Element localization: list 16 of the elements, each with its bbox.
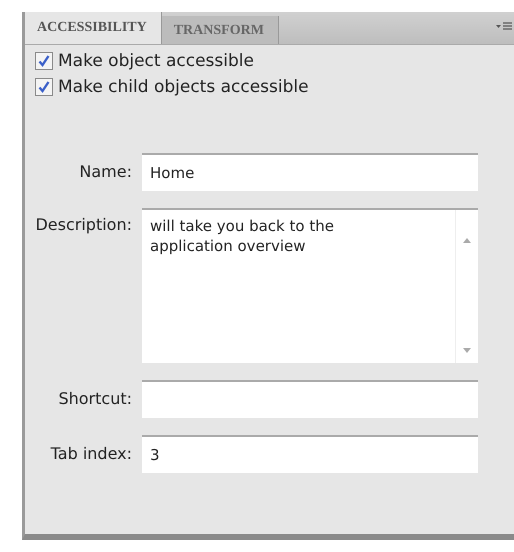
- field-label: Description:: [34, 214, 133, 234]
- input-field[interactable]: Home: [142, 153, 478, 191]
- panel-menu-icon[interactable]: [496, 22, 512, 32]
- field-label: Tab index:: [50, 443, 133, 463]
- field-label: Shortcut:: [57, 388, 133, 408]
- checkbox-label: Make object accessible: [58, 51, 254, 71]
- scroll-up-icon[interactable]: [463, 238, 471, 243]
- input-field[interactable]: 3: [142, 435, 478, 473]
- checkbox-label: Make child objects accessible: [58, 77, 309, 97]
- checkbox[interactable]: [35, 52, 53, 70]
- field-label: Name:: [78, 161, 133, 181]
- checkbox[interactable]: [35, 78, 53, 96]
- input-field[interactable]: [142, 380, 478, 418]
- description-field[interactable]: will take you back to the application overview: [142, 208, 478, 363]
- tab[interactable]: ACCESSIBILITY: [25, 12, 162, 44]
- scroll-down-icon[interactable]: [463, 348, 471, 353]
